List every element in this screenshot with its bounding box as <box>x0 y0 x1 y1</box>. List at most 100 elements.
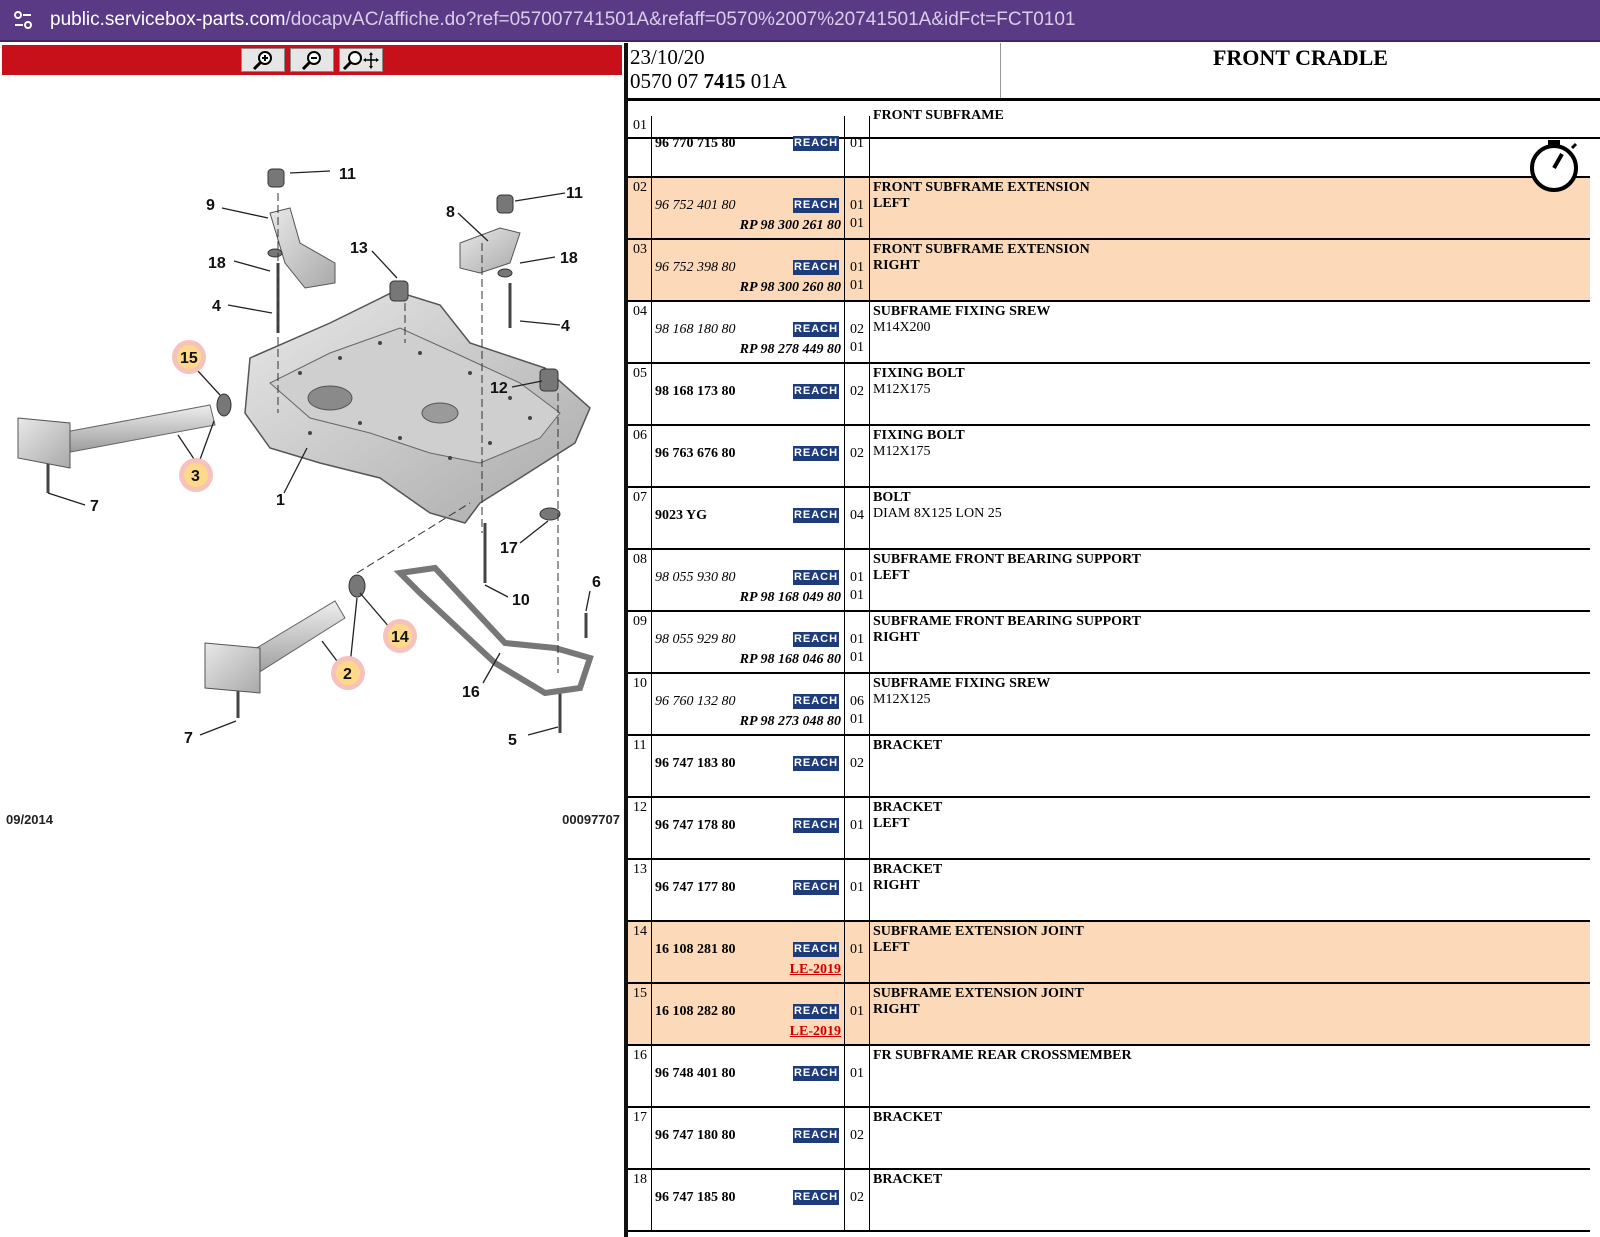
callout-label[interactable]: 18 <box>208 255 226 272</box>
table-row[interactable]: 09 98 055 929 80 REACH RP 98 168 046 80 01 01… <box>628 612 1590 674</box>
part-reference[interactable]: 96 747 185 80 <box>655 1190 736 1206</box>
reach-badge[interactable]: REACH <box>793 756 839 771</box>
table-row[interactable]: 14 16 108 281 80 REACH LE-2019 01 SUBFRAME EX… <box>628 922 1590 984</box>
part-reference[interactable]: 96 752 398 80 <box>655 260 736 276</box>
part-reference[interactable]: 98 168 180 80 <box>655 322 736 338</box>
quantity: 01 <box>850 198 864 213</box>
table-row[interactable]: 17 96 747 180 80 REACH 02 BRACKET <box>628 1108 1590 1170</box>
table-row[interactable]: 13 96 747 177 80 REACH 01 BRACKET RIGHT <box>628 860 1590 922</box>
table-row[interactable]: 11 96 747 183 80 REACH 02 BRACKET <box>628 736 1590 798</box>
row-index: 05 <box>628 364 652 424</box>
table-row[interactable]: 05 98 168 173 80 REACH 02 FIXING BOLT M12X175 <box>628 364 1590 426</box>
reach-badge[interactable]: REACH <box>793 570 839 585</box>
part-reference[interactable]: 9023 YG <box>655 508 707 524</box>
zoom-pan-button[interactable] <box>339 48 383 72</box>
table-row[interactable]: 01 96 770 715 80 REACH 01 FRONT SUBFRAME <box>628 108 1590 178</box>
callout-label[interactable]: 8 <box>446 204 455 221</box>
quantity-cell: 02 <box>845 364 870 424</box>
callout-label[interactable]: 12 <box>490 380 508 397</box>
reach-badge[interactable]: REACH <box>793 1066 839 1081</box>
part-description: FIXING BOLT <box>873 366 965 381</box>
part-reference[interactable]: 96 747 178 80 <box>655 818 736 834</box>
quantity: 01 <box>850 880 864 895</box>
reach-badge[interactable]: REACH <box>793 322 839 337</box>
table-row[interactable]: 12 96 747 178 80 REACH 01 BRACKET LEFT <box>628 798 1590 860</box>
reach-badge[interactable]: REACH <box>793 384 839 399</box>
reach-badge[interactable]: REACH <box>793 1004 839 1019</box>
reference-cell: 16 108 281 80 REACH LE-2019 <box>652 922 845 982</box>
table-row[interactable]: 08 98 055 930 80 REACH RP 98 168 049 80 01 01… <box>628 550 1590 612</box>
part-reference[interactable]: 96 752 401 80 <box>655 198 736 214</box>
le-link[interactable]: LE-2019 <box>790 1024 841 1040</box>
part-reference[interactable]: 96 747 183 80 <box>655 756 736 772</box>
reach-badge[interactable]: REACH <box>793 1128 839 1143</box>
table-row[interactable]: 04 98 168 180 80 REACH RP 98 278 449 80 02 01… <box>628 302 1590 364</box>
callout-label[interactable]: 11 <box>566 185 583 202</box>
quantity: 06 <box>850 694 864 709</box>
zoom-out-button[interactable] <box>290 48 334 72</box>
site-info-icon[interactable] <box>10 7 36 33</box>
part-reference[interactable]: 16 108 282 80 <box>655 1004 736 1020</box>
stopwatch-icon[interactable] <box>1528 138 1584 194</box>
part-reference[interactable]: 98 055 929 80 <box>655 632 736 648</box>
part-reference[interactable]: 16 108 281 80 <box>655 942 736 958</box>
part-reference[interactable]: 96 748 401 80 <box>655 1066 736 1082</box>
reference-cell: 9023 YG REACH <box>652 488 845 548</box>
callout-label[interactable]: 5 <box>508 732 517 749</box>
part-reference[interactable]: 98 055 930 80 <box>655 570 736 586</box>
reach-badge[interactable]: REACH <box>793 260 839 275</box>
part-detail: M12X175 <box>873 444 931 459</box>
extension-tube-left-drawing <box>17 404 216 469</box>
reach-badge[interactable]: REACH <box>793 446 839 461</box>
reach-badge[interactable]: REACH <box>793 818 839 833</box>
reach-badge[interactable]: REACH <box>793 942 839 957</box>
callout-label[interactable]: 11 <box>339 166 356 183</box>
reach-badge[interactable]: REACH <box>793 198 839 213</box>
le-link[interactable]: LE-2019 <box>790 962 841 978</box>
row-index: 18 <box>628 1170 652 1230</box>
url-host: public.servicebox-parts.com <box>50 9 286 30</box>
part-reference[interactable]: 96 770 715 80 <box>655 136 736 152</box>
callout-label[interactable]: 7 <box>90 498 99 515</box>
part-reference[interactable]: 96 747 177 80 <box>655 880 736 896</box>
part-description: SUBFRAME FIXING SREW <box>873 304 1051 319</box>
description-cell: BRACKET <box>870 736 1590 796</box>
table-row[interactable]: 03 96 752 398 80 REACH RP 98 300 260 80 01 01… <box>628 240 1590 302</box>
callout-label[interactable]: 18 <box>560 250 578 267</box>
callout-label-highlighted[interactable]: 3 <box>191 468 200 485</box>
table-row[interactable]: 15 16 108 282 80 REACH LE-2019 01 SUBFRAME EX… <box>628 984 1590 1046</box>
reach-badge[interactable]: REACH <box>793 694 839 709</box>
table-row[interactable]: 16 96 748 401 80 REACH 01 FR SUBFRAME REAR C… <box>628 1046 1590 1108</box>
reach-badge[interactable]: REACH <box>793 136 839 151</box>
callout-label-highlighted[interactable]: 15 <box>180 350 198 367</box>
zoom-in-button[interactable] <box>241 48 285 72</box>
reach-badge[interactable]: REACH <box>793 880 839 895</box>
callout-label[interactable]: 1 <box>276 492 285 509</box>
table-row[interactable]: 10 96 760 132 80 REACH RP 98 273 048 80 06 01… <box>628 674 1590 736</box>
callout-label[interactable]: 16 <box>462 684 480 701</box>
callout-label[interactable]: 4 <box>212 298 221 315</box>
callout-label[interactable]: 17 <box>500 540 518 557</box>
reach-badge[interactable]: REACH <box>793 1190 839 1205</box>
callout-label-highlighted[interactable]: 2 <box>343 666 352 683</box>
callout-label[interactable]: 4 <box>561 318 570 335</box>
quantity-secondary: 01 <box>850 650 864 665</box>
part-reference[interactable]: 96 760 132 80 <box>655 694 736 710</box>
callout-label[interactable]: 10 <box>512 592 530 609</box>
reach-badge[interactable]: REACH <box>793 508 839 523</box>
address-bar[interactable]: public.servicebox-parts.com/docapvAC/aff… <box>0 0 1600 42</box>
callout-label[interactable]: 6 <box>592 574 601 591</box>
callout-label[interactable]: 7 <box>184 730 193 747</box>
part-reference[interactable]: 96 763 676 80 <box>655 446 736 462</box>
reach-badge[interactable]: REACH <box>793 632 839 647</box>
table-row[interactable]: 06 96 763 676 80 REACH 02 FIXING BOLT M12X175 <box>628 426 1590 488</box>
callout-label-highlighted[interactable]: 14 <box>391 629 409 646</box>
table-row[interactable]: 18 96 747 185 80 REACH 02 BRACKET <box>628 1170 1590 1232</box>
table-row[interactable]: 07 9023 YG REACH 04 BOLT DIAM 8X125 LON 25 <box>628 488 1590 550</box>
part-reference[interactable]: 98 168 173 80 <box>655 384 736 400</box>
table-row[interactable]: 02 96 752 401 80 REACH RP 98 300 261 80 01 01… <box>628 178 1590 240</box>
callout-label[interactable]: 13 <box>350 240 368 257</box>
callout-label[interactable]: 9 <box>206 197 215 214</box>
part-reference[interactable]: 96 747 180 80 <box>655 1128 736 1144</box>
reference-cell: 96 770 715 80 REACH <box>652 116 845 176</box>
